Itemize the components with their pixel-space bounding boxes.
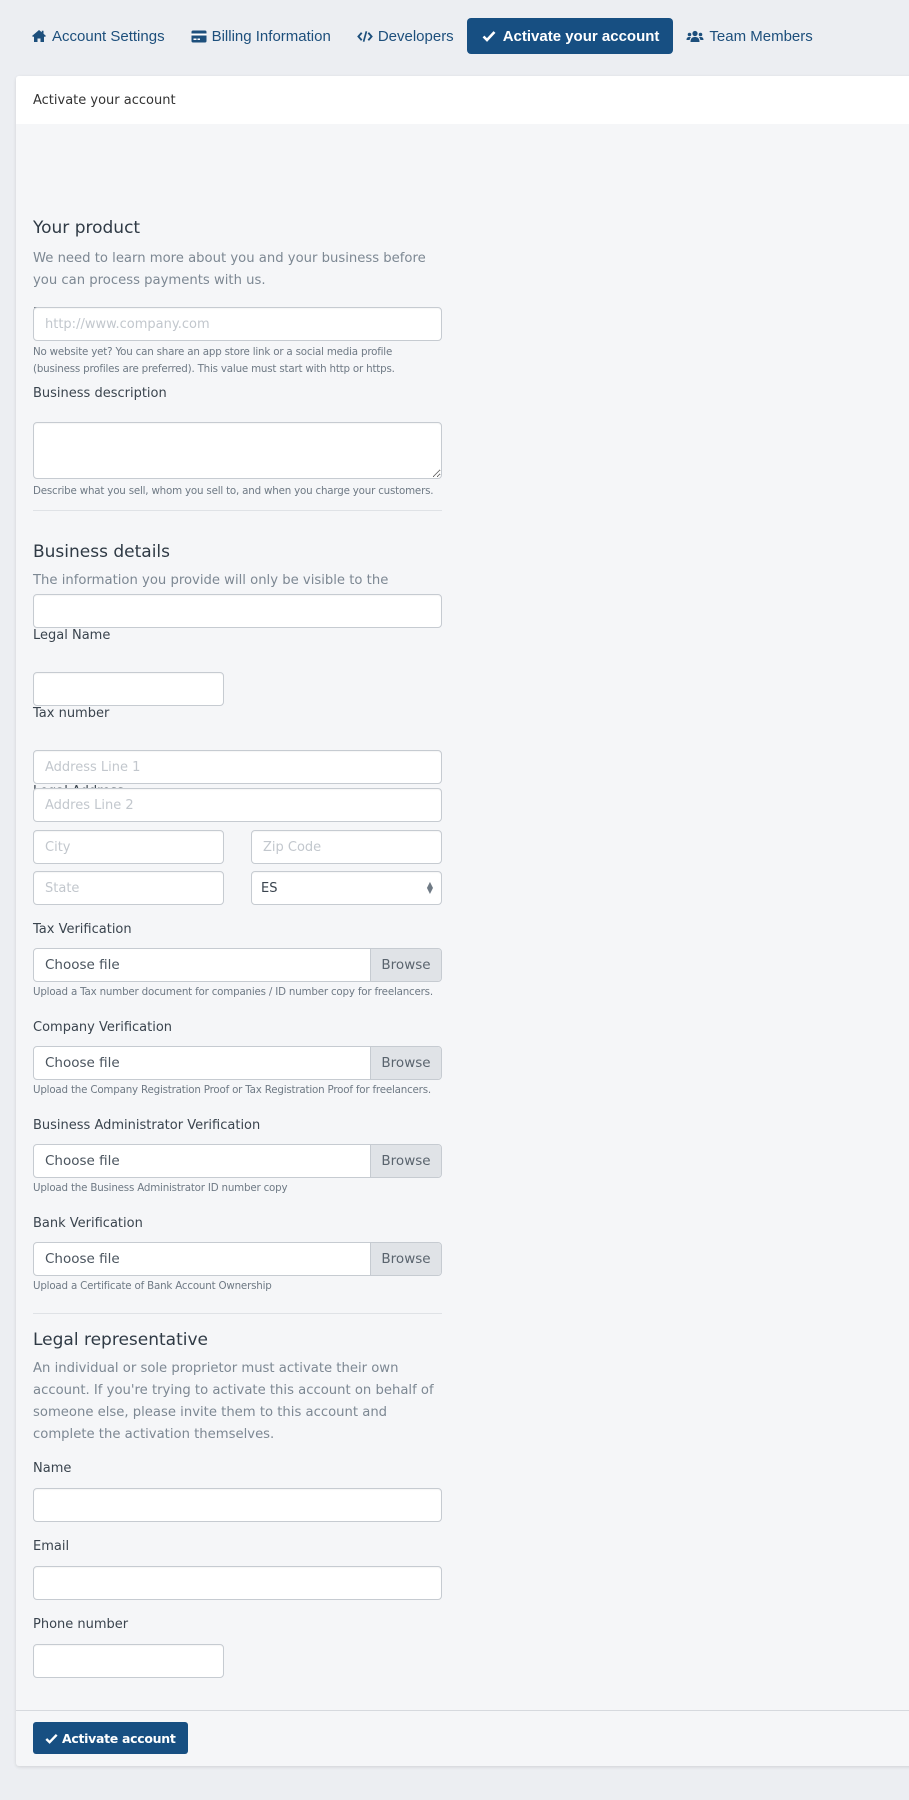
company-verification-file-input[interactable]: Choose file Browse (33, 1046, 442, 1080)
tab-billing-information[interactable]: Billing Information (178, 18, 344, 54)
address-line2-input[interactable] (33, 788, 442, 822)
city-input[interactable] (33, 830, 224, 864)
tab-account-settings[interactable]: Account Settings (18, 18, 178, 54)
tax-number-label: Tax number (33, 706, 110, 721)
section-heading-product: Your product (33, 218, 141, 238)
address-line1-input[interactable] (33, 750, 442, 784)
file-name: Choose file (45, 1153, 120, 1169)
business-website-input[interactable] (33, 307, 442, 341)
file-name: Choose file (45, 1055, 120, 1071)
upload-label: Company Verification (33, 1020, 173, 1035)
business-website-help: No website yet? You can share an app sto… (33, 346, 395, 375)
card-footer: Activate account (16, 1710, 909, 1766)
rep-phone-label: Phone number (33, 1617, 129, 1632)
file-name: Choose file (45, 957, 120, 973)
file-name: Choose file (45, 1251, 120, 1267)
business-description-label: Business description (33, 386, 167, 401)
zip-code-input[interactable] (251, 830, 442, 864)
section-heading-representative: Legal representative (33, 1330, 208, 1350)
upload-label: Business Administrator Verification (33, 1118, 261, 1133)
tab-label: Developers (377, 27, 454, 45)
business-description-textarea[interactable] (33, 422, 442, 479)
select-arrows-icon: ▲ ▼ (426, 880, 433, 895)
browse-button[interactable]: Browse (370, 1047, 441, 1079)
upload-help: Upload the Business Administrator ID num… (33, 1182, 288, 1194)
tax-verification-file-input[interactable]: Choose file Browse (33, 948, 442, 982)
section-divider (33, 510, 442, 511)
tab-developers[interactable]: Developers (344, 18, 467, 54)
tab-label: Billing Information (211, 27, 331, 45)
rep-name-input[interactable] (33, 1488, 442, 1522)
users-icon (686, 28, 704, 44)
section-lead-representative: An individual or sole proprietor must ac… (33, 1361, 434, 1442)
upload-help: Upload a Tax number document for compani… (33, 986, 433, 998)
activation-card: Activate your account Your product We ne… (16, 76, 909, 1766)
tab-label: Account Settings (52, 27, 165, 45)
state-input[interactable] (33, 871, 224, 905)
upload-help: Upload a Certificate of Bank Account Own… (33, 1280, 272, 1292)
browse-button[interactable]: Browse (370, 949, 441, 981)
rep-name-label: Name (33, 1461, 72, 1476)
check-icon (45, 1733, 58, 1744)
upload-label: Bank Verification (33, 1216, 143, 1231)
legal-name-input[interactable] (33, 594, 442, 628)
card-title: Activate your account (16, 76, 909, 124)
credit-card-icon (191, 28, 207, 44)
home-icon (31, 28, 47, 44)
section-divider (33, 1313, 442, 1314)
rep-email-input[interactable] (33, 1566, 442, 1600)
tab-label: Activate your account (502, 27, 660, 45)
activate-account-label: Activate account (62, 1730, 176, 1746)
browse-button[interactable]: Browse (370, 1145, 441, 1177)
section-lead-product: We need to learn more about you and your… (33, 251, 426, 288)
admin-verification-file-input[interactable]: Choose file Browse (33, 1144, 442, 1178)
browse-button[interactable]: Browse (370, 1243, 441, 1275)
account-tabs: Account Settings Billing Information Dev… (18, 18, 826, 54)
rep-email-label: Email (33, 1539, 70, 1554)
upload-label: Tax Verification (33, 922, 132, 937)
country-select-value: ES (261, 880, 278, 896)
business-description-help: Describe what you sell, whom you sell to… (33, 485, 434, 497)
code-icon (356, 28, 373, 44)
tab-label: Team Members (709, 27, 813, 45)
country-select[interactable]: ES ▲ ▼ (251, 871, 442, 905)
tax-number-input[interactable] (33, 672, 224, 706)
tab-team-members[interactable]: Team Members (673, 18, 825, 54)
check-icon (481, 28, 497, 44)
upload-help: Upload the Company Registration Proof or… (33, 1084, 431, 1096)
bank-verification-file-input[interactable]: Choose file Browse (33, 1242, 442, 1276)
rep-phone-input[interactable] (33, 1644, 224, 1678)
tab-activate-account[interactable]: Activate your account (466, 18, 674, 54)
legal-name-label: Legal Name (33, 628, 111, 643)
section-heading-business: Business details (33, 542, 171, 562)
activate-account-button[interactable]: Activate account (33, 1722, 188, 1754)
